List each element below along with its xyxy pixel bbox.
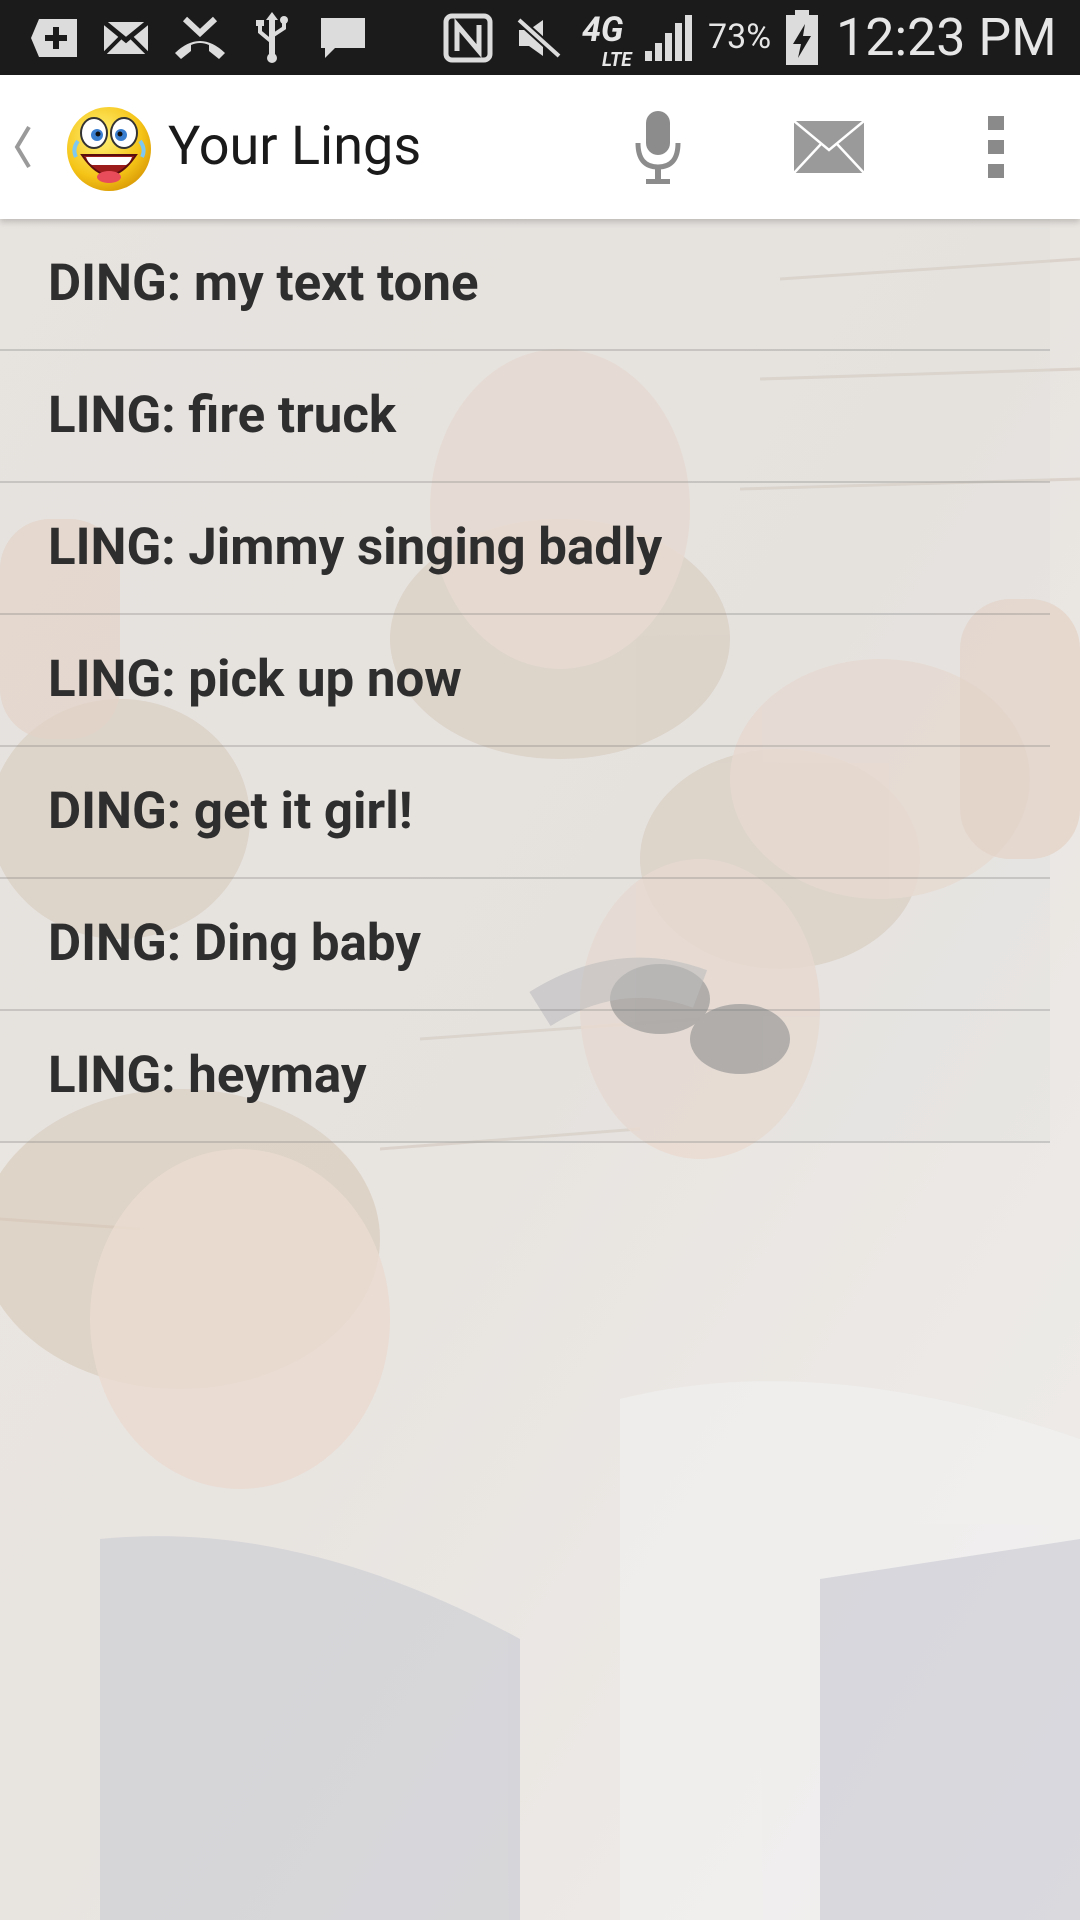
overflow-menu-icon[interactable]: [966, 75, 1026, 219]
list-item[interactable]: DING: Ding baby: [0, 879, 1050, 1011]
list-item-label: DING: my text tone: [48, 254, 479, 313]
battery-percent: 73%: [708, 17, 772, 57]
list-item-label: LING: pick up now: [48, 650, 462, 709]
clock-time: 12:23 PM: [836, 7, 1057, 68]
list-item[interactable]: DING: get it girl!: [0, 747, 1050, 879]
lings-list: DING: my text tone LING: fire truck LING…: [0, 219, 1080, 1143]
list-item-label: DING: Ding baby: [48, 914, 421, 973]
list-item[interactable]: LING: fire truck: [0, 351, 1050, 483]
page-title: Your Lings: [168, 115, 422, 178]
action-bar: Your Lings: [0, 75, 1080, 219]
app-logo-icon[interactable]: [64, 99, 154, 195]
envelope-icon[interactable]: [786, 75, 872, 219]
list-item-label: LING: heymay: [48, 1046, 367, 1105]
signal-icon: [642, 0, 696, 75]
microphone-icon[interactable]: [622, 75, 694, 219]
list-item-label: DING: get it girl!: [48, 782, 413, 841]
list-item-label: LING: Jimmy singing badly: [48, 518, 663, 577]
status-bar: 4G LTE 73% 12:23 PM: [0, 0, 1080, 75]
list-item[interactable]: LING: Jimmy singing badly: [0, 483, 1050, 615]
battery-charging-icon: [784, 0, 820, 75]
mute-icon: [514, 0, 564, 75]
list-item[interactable]: DING: my text tone: [0, 219, 1050, 351]
chat-icon: [318, 0, 368, 75]
add-notification-icon: [28, 0, 80, 75]
list-item[interactable]: LING: heymay: [0, 1011, 1050, 1143]
list-item[interactable]: LING: pick up now: [0, 615, 1050, 747]
usb-icon: [250, 0, 294, 75]
back-chevron-icon[interactable]: [8, 75, 38, 219]
missed-call-icon: [172, 0, 228, 75]
nfc-icon: [442, 0, 494, 75]
mail-icon: [100, 0, 152, 75]
list-item-label: LING: fire truck: [48, 386, 397, 445]
content-area: DING: my text tone LING: fire truck LING…: [0, 219, 1080, 1920]
